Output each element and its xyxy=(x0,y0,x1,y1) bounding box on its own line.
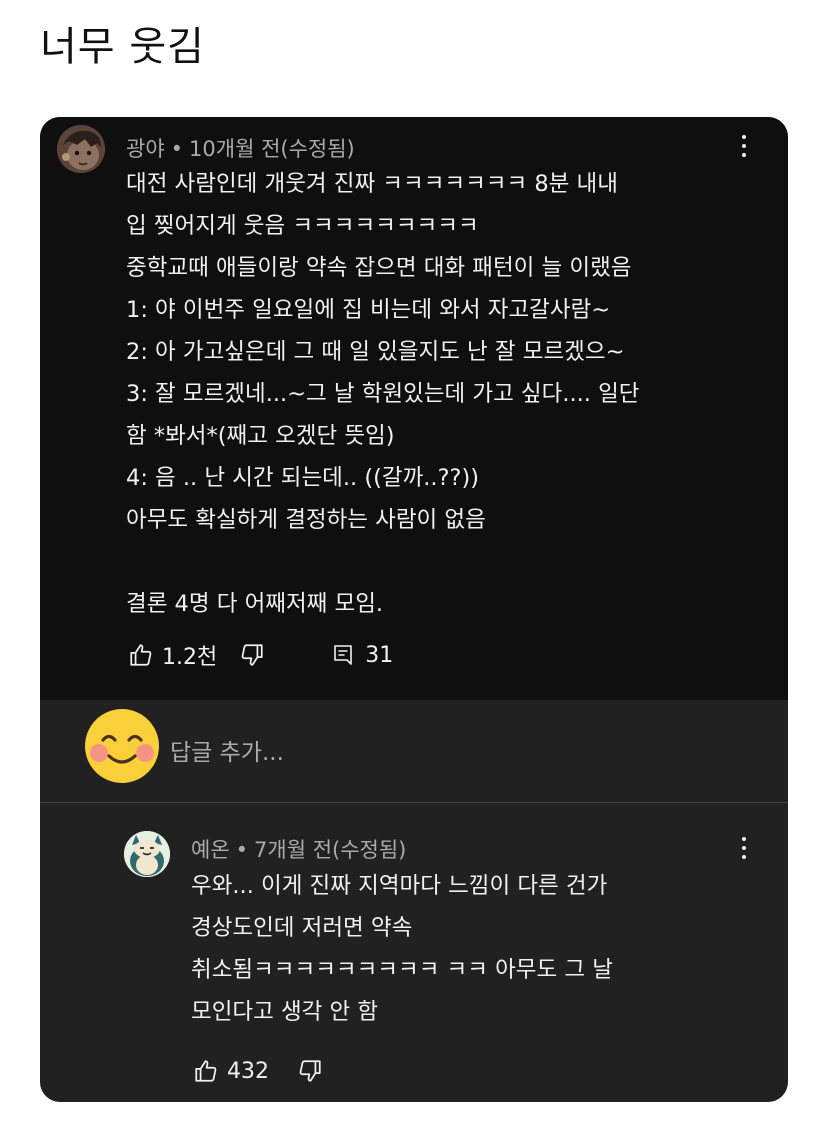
like-count: 432 xyxy=(227,1058,269,1084)
add-reply-input[interactable]: 답글 추가... xyxy=(170,733,284,767)
screenshot: 너무 웃김 광야 • 10개월 전(수정됨) 대전 사람인데 개웃겨 진짜 ㅋㅋㅋㅋ… xyxy=(0,0,828,1134)
user-avatar xyxy=(84,708,160,784)
comment-line xyxy=(126,541,639,583)
comment-line: 4: 음 .. 난 시간 되는데.. ((갈까..??)) xyxy=(126,465,480,491)
comment-line: 함 *봐서*(째고 오겠단 뜻임) xyxy=(126,423,395,449)
comment-line: 3: 잘 모르겠네...~그 날 학원있는데 가고 싶다.... 일단 xyxy=(126,381,640,407)
replies-button[interactable]: 31 xyxy=(331,643,393,668)
divider xyxy=(40,802,788,803)
dislike-button[interactable] xyxy=(297,1058,323,1084)
comment-actions: 1.2천 31 xyxy=(128,639,393,671)
like-button[interactable]: 1.2천 xyxy=(128,639,217,671)
comment-timestamp[interactable]: 10개월 전(수정됨) xyxy=(189,137,355,161)
reply-timestamp[interactable]: 7개월 전(수정됨) xyxy=(254,838,406,862)
thumbs-up-icon xyxy=(195,1060,217,1082)
reply-meta: 예온 • 7개월 전(수정됨) xyxy=(191,834,406,864)
comment-meta: 광야 • 10개월 전(수정됨) xyxy=(126,133,355,163)
comment-line: 2: 아 가고싶은데 그 때 일 있을지도 난 잘 모르겠으~ xyxy=(126,339,625,365)
reply-line: 모인다고 생각 안 함 xyxy=(191,999,379,1025)
comment-line: 아무도 확실하게 결정하는 사람이 없음 xyxy=(126,507,486,533)
reply-more-button[interactable] xyxy=(734,833,754,863)
thumbs-down-icon xyxy=(299,1060,321,1082)
comment-author[interactable]: 광야 xyxy=(126,137,165,161)
meta-separator: • xyxy=(170,137,184,161)
comments-panel: 광야 • 10개월 전(수정됨) 대전 사람인데 개웃겨 진짜 ㅋㅋㅋㅋㅋㅋㅋ 8분… xyxy=(40,117,788,1102)
reply-actions: 432 xyxy=(193,1055,323,1087)
reply-avatar[interactable] xyxy=(124,831,170,877)
comment-line: 결론 4명 다 어째저째 모임. xyxy=(126,591,384,617)
comment-line: 1: 야 이번주 일요일에 집 비는데 와서 자고갈사람~ xyxy=(126,297,611,323)
replies-count: 31 xyxy=(365,642,394,668)
comment-line: 대전 사람인데 개웃겨 진짜 ㅋㅋㅋㅋㅋㅋㅋ 8분 내내 xyxy=(126,171,618,197)
comment-text: 대전 사람인데 개웃겨 진짜 ㅋㅋㅋㅋㅋㅋㅋ 8분 내내 입 찢어지게 웃음 ㅋ… xyxy=(126,163,639,625)
comment-line: 중학교때 애들이랑 약속 잡으면 대화 패턴이 늘 이랬음 xyxy=(126,255,632,281)
dislike-button[interactable] xyxy=(239,642,265,668)
comment-icon xyxy=(334,645,353,665)
like-count: 1.2천 xyxy=(162,645,218,670)
commenter-avatar[interactable] xyxy=(57,125,105,173)
meta-separator: • xyxy=(235,838,249,862)
reply-author[interactable]: 예온 xyxy=(191,838,230,862)
thumbs-down-icon xyxy=(241,644,263,666)
reply-line: 우와... 이게 진짜 지역마다 느낌이 다른 건가 xyxy=(191,873,608,899)
smiling-face-icon xyxy=(85,709,159,783)
reply-text: 우와... 이게 진짜 지역마다 느낌이 다른 건가 경상도인데 저러면 약속 … xyxy=(191,865,613,1033)
add-reply-row: 답글 추가... xyxy=(40,700,788,802)
reply-line: 경상도인데 저러면 약속 xyxy=(191,915,413,941)
thumbs-up-icon xyxy=(130,644,152,666)
like-button[interactable]: 432 xyxy=(193,1058,269,1084)
post-title: 너무 웃김 xyxy=(40,24,205,70)
comment-line: 입 찢어지게 웃음 ㅋㅋㅋㅋㅋㅋㅋㅋㅋ xyxy=(126,213,479,239)
more-vert-icon xyxy=(742,837,746,841)
more-vert-icon xyxy=(742,135,746,139)
reply-line: 취소됨ㅋㅋㅋㅋㅋㅋㅋㅋㅋ ㅋㅋ 아무도 그 날 xyxy=(191,957,613,983)
comment-more-button[interactable] xyxy=(734,131,754,161)
